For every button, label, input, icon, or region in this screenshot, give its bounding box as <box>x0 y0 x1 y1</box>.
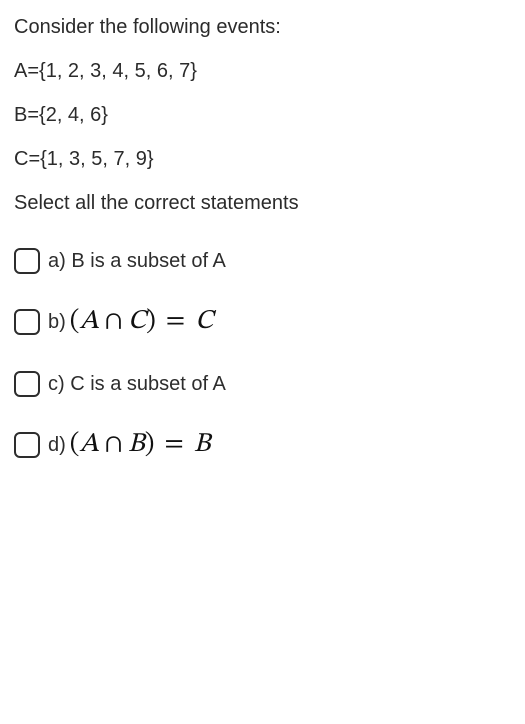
option-a: a) B is a subset of A <box>14 246 511 276</box>
math-cap-icon: ∩ <box>105 302 122 343</box>
checkbox-b[interactable] <box>14 309 40 335</box>
option-c-text: C is a subset of A <box>70 373 226 395</box>
prompt-instruction: Select all the correct statements <box>14 188 511 218</box>
prompt-set-a: A={1, 2, 3, 4, 5, 6, 7} <box>14 56 511 86</box>
option-b-prefix: b) <box>48 307 66 337</box>
math-var-a: A <box>79 302 98 343</box>
math-cap-icon: ∩ <box>105 425 122 466</box>
options-group: a) B is a subset of A b) ( A ∩ C ) = C c… <box>14 246 511 465</box>
checkbox-d[interactable] <box>14 432 40 458</box>
math-rparen: ) <box>146 302 156 343</box>
option-a-prefix: a) <box>48 250 66 272</box>
math-var-c: C <box>128 302 146 343</box>
math-rhs: B <box>194 425 211 466</box>
option-b-label: b) ( A ∩ C ) = C <box>48 302 213 343</box>
option-d-math: ( A ∩ B ) = B <box>70 425 211 466</box>
option-c: c) C is a subset of A <box>14 369 511 399</box>
prompt-set-b: B={2, 4, 6} <box>14 100 511 130</box>
prompt-intro: Consider the following events: <box>14 12 511 42</box>
math-lparen: ( <box>70 425 80 466</box>
prompt-set-c: C={1, 3, 5, 7, 9} <box>14 144 511 174</box>
option-d-label: d) ( A ∩ B ) = B <box>48 425 210 466</box>
checkbox-a[interactable] <box>14 248 40 274</box>
checkbox-c[interactable] <box>14 371 40 397</box>
option-b: b) ( A ∩ C ) = C <box>14 302 511 343</box>
option-c-prefix: c) <box>48 373 65 395</box>
question-prompt: Consider the following events: A={1, 2, … <box>14 12 511 218</box>
option-c-label: c) C is a subset of A <box>48 369 226 399</box>
option-d: d) ( A ∩ B ) = B <box>14 425 511 466</box>
option-a-text: B is a subset of A <box>71 250 226 272</box>
math-eq: = <box>164 425 183 466</box>
math-var-b: B <box>128 425 145 466</box>
option-a-label: a) B is a subset of A <box>48 246 226 276</box>
option-d-prefix: d) <box>48 430 66 460</box>
math-rhs: C <box>195 302 213 343</box>
math-rparen: ) <box>145 425 155 466</box>
option-b-math: ( A ∩ C ) = C <box>70 302 214 343</box>
math-eq: = <box>166 302 185 343</box>
math-lparen: ( <box>70 302 80 343</box>
math-var-a: A <box>79 425 98 466</box>
